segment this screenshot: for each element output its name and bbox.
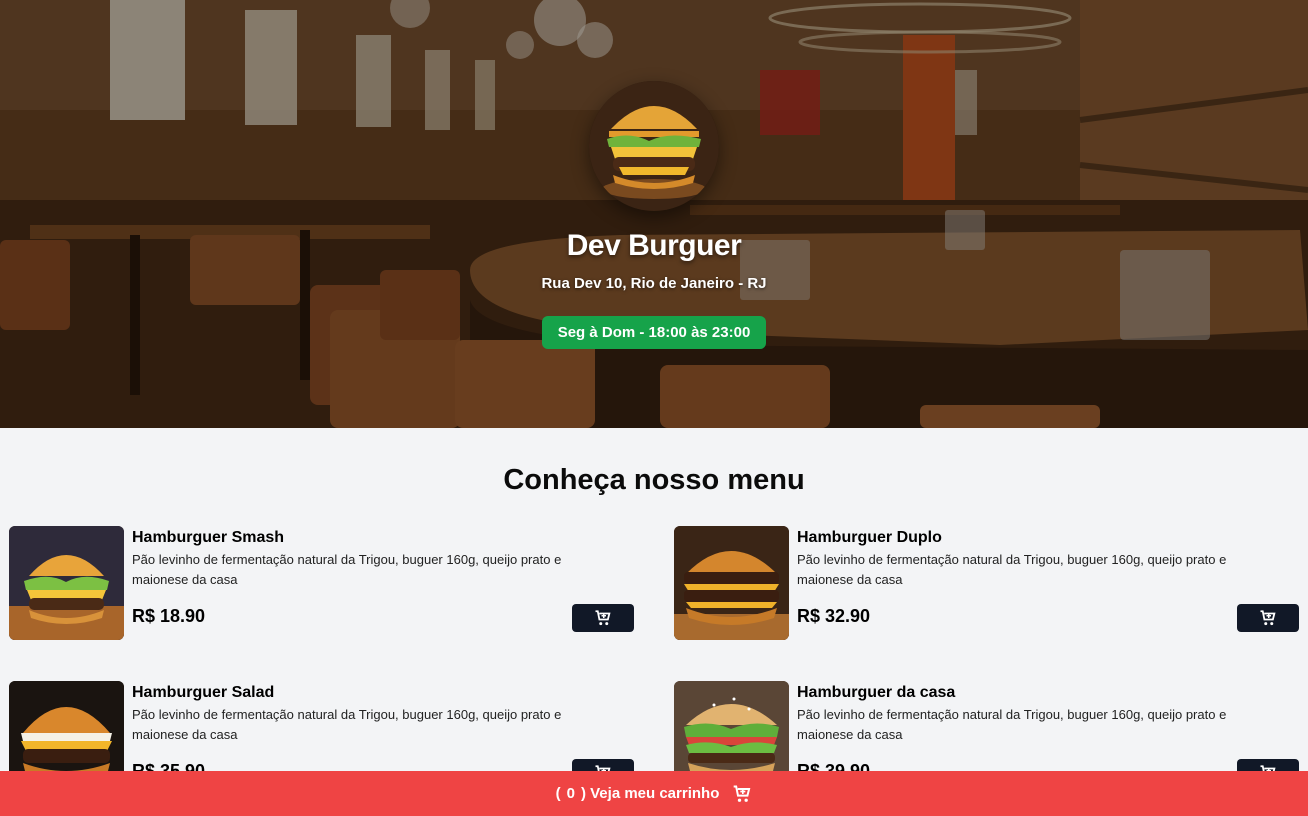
menu-item: Hamburguer Smash Pão levinho de fermenta… <box>9 526 634 640</box>
product-price: R$ 18.90 <box>132 606 206 626</box>
menu-item: Hamburguer Duplo Pão levinho de fermenta… <box>674 526 1299 640</box>
add-to-cart-button[interactable] <box>572 604 634 632</box>
menu-grid: Hamburguer Smash Pão levinho de fermenta… <box>9 526 1299 795</box>
menu-title: Conheça nosso menu <box>503 464 805 496</box>
cart-plus-icon <box>595 610 611 626</box>
product-price: R$ 32.90 <box>797 606 871 626</box>
cart-label: ) Veja meu carrinho <box>580 785 720 802</box>
product-description: Pão levinho de fermentação natural da Tr… <box>132 552 562 587</box>
product-name: Hamburguer Duplo <box>797 529 942 546</box>
cart-plus-icon <box>732 784 752 804</box>
product-description: Pão levinho de fermentação natural da Tr… <box>797 552 1227 587</box>
brand-logo <box>589 81 719 211</box>
restaurant-address: Rua Dev 10, Rio de Janeiro - RJ <box>541 275 767 292</box>
product-image <box>9 526 124 640</box>
cart-plus-icon <box>1260 610 1276 626</box>
menu-item-body: Hamburguer Duplo Pão levinho de fermenta… <box>797 526 1299 640</box>
menu-item-body: Hamburguer Smash Pão levinho de fermenta… <box>132 526 634 640</box>
hero-banner: Dev Burguer Rua Dev 10, Rio de Janeiro -… <box>0 0 1308 428</box>
product-name: Hamburguer da casa <box>797 684 956 701</box>
burger-logo-image <box>589 81 719 211</box>
cart-open-paren: ( <box>555 785 561 802</box>
product-image <box>674 526 789 640</box>
product-description: Pão levinho de fermentação natural da Tr… <box>132 707 562 742</box>
add-to-cart-button[interactable] <box>1237 604 1299 632</box>
opening-hours-badge: Seg à Dom - 18:00 às 23:00 <box>541 316 767 349</box>
cart-count: 0 <box>566 785 575 802</box>
hero-content: Dev Burguer Rua Dev 10, Rio de Janeiro -… <box>0 0 1308 428</box>
product-name: Hamburguer Salad <box>132 684 275 701</box>
brand-name: Dev Burguer <box>566 229 742 262</box>
product-description: Pão levinho de fermentação natural da Tr… <box>797 707 1227 742</box>
view-cart-button[interactable]: ( 0 ) Veja meu carrinho <box>0 771 1308 816</box>
product-name: Hamburguer Smash <box>132 529 285 546</box>
